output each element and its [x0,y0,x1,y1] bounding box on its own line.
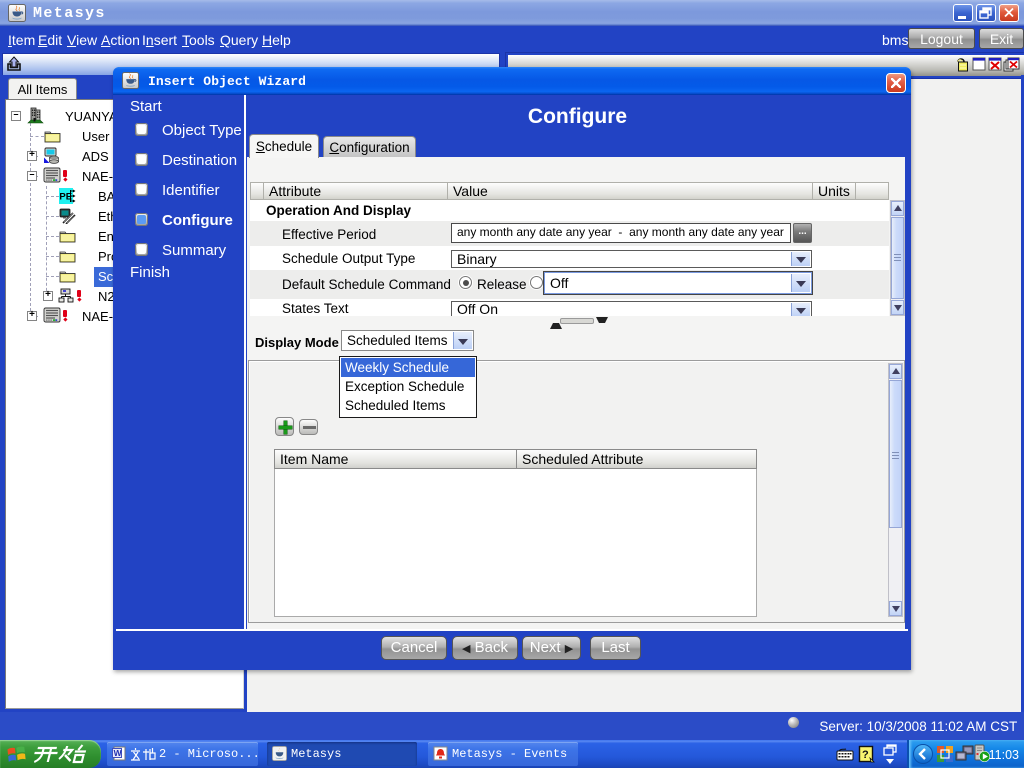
svg-text:?: ? [862,749,869,761]
svg-text:W: W [114,748,123,758]
